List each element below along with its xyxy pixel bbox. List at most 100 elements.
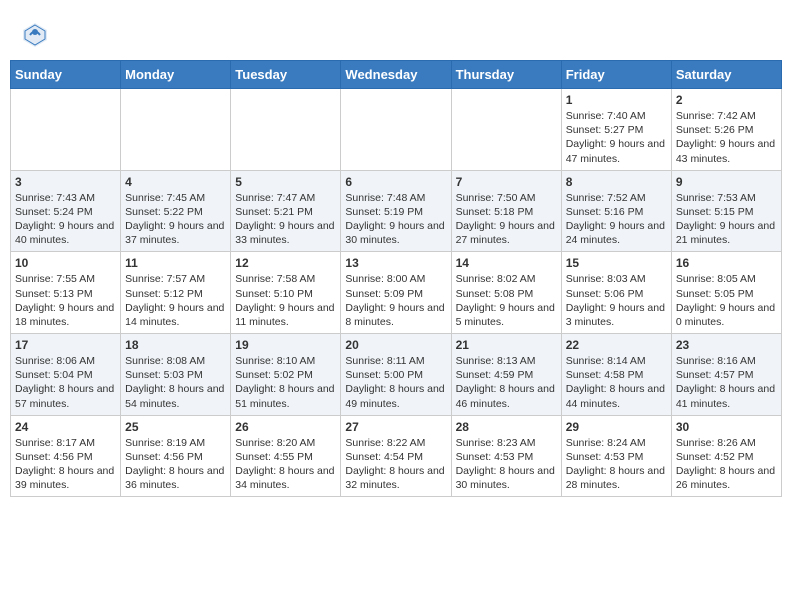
day-number: 26 bbox=[235, 420, 336, 434]
cell-sunset: Sunset: 4:56 PM bbox=[125, 451, 203, 463]
cell-sunset: Sunset: 5:15 PM bbox=[676, 206, 754, 218]
day-number: 16 bbox=[676, 256, 777, 270]
calendar-cell: 16Sunrise: 8:05 AMSunset: 5:05 PMDayligh… bbox=[671, 252, 781, 334]
day-number: 5 bbox=[235, 175, 336, 189]
cell-daylight: Daylight: 8 hours and 26 minutes. bbox=[676, 465, 775, 491]
day-number: 20 bbox=[345, 338, 446, 352]
cell-sunset: Sunset: 5:27 PM bbox=[566, 124, 644, 136]
cell-daylight: Daylight: 8 hours and 49 minutes. bbox=[345, 383, 444, 409]
cell-daylight: Daylight: 9 hours and 24 minutes. bbox=[566, 220, 665, 246]
calendar-header-row: SundayMondayTuesdayWednesdayThursdayFrid… bbox=[11, 61, 782, 89]
cell-sunrise: Sunrise: 8:06 AM bbox=[15, 355, 95, 367]
cell-sunset: Sunset: 5:12 PM bbox=[125, 288, 203, 300]
day-number: 19 bbox=[235, 338, 336, 352]
cell-sunset: Sunset: 5:00 PM bbox=[345, 369, 423, 381]
cell-sunset: Sunset: 5:10 PM bbox=[235, 288, 313, 300]
cell-daylight: Daylight: 8 hours and 28 minutes. bbox=[566, 465, 665, 491]
day-header-saturday: Saturday bbox=[671, 61, 781, 89]
cell-sunset: Sunset: 4:54 PM bbox=[345, 451, 423, 463]
cell-sunset: Sunset: 4:57 PM bbox=[676, 369, 754, 381]
cell-sunset: Sunset: 4:58 PM bbox=[566, 369, 644, 381]
day-number: 7 bbox=[456, 175, 557, 189]
day-number: 30 bbox=[676, 420, 777, 434]
day-number: 13 bbox=[345, 256, 446, 270]
calendar-cell: 2Sunrise: 7:42 AMSunset: 5:26 PMDaylight… bbox=[671, 89, 781, 171]
cell-sunrise: Sunrise: 8:16 AM bbox=[676, 355, 756, 367]
cell-daylight: Daylight: 8 hours and 39 minutes. bbox=[15, 465, 114, 491]
calendar-cell: 13Sunrise: 8:00 AMSunset: 5:09 PMDayligh… bbox=[341, 252, 451, 334]
day-number: 12 bbox=[235, 256, 336, 270]
cell-daylight: Daylight: 8 hours and 32 minutes. bbox=[345, 465, 444, 491]
cell-sunrise: Sunrise: 7:55 AM bbox=[15, 273, 95, 285]
cell-sunrise: Sunrise: 8:02 AM bbox=[456, 273, 536, 285]
cell-sunrise: Sunrise: 7:43 AM bbox=[15, 192, 95, 204]
cell-sunrise: Sunrise: 7:53 AM bbox=[676, 192, 756, 204]
day-number: 23 bbox=[676, 338, 777, 352]
cell-sunrise: Sunrise: 8:05 AM bbox=[676, 273, 756, 285]
cell-daylight: Daylight: 8 hours and 30 minutes. bbox=[456, 465, 555, 491]
cell-sunrise: Sunrise: 8:26 AM bbox=[676, 437, 756, 449]
cell-sunset: Sunset: 5:18 PM bbox=[456, 206, 534, 218]
cell-sunrise: Sunrise: 8:19 AM bbox=[125, 437, 205, 449]
calendar-cell: 9Sunrise: 7:53 AMSunset: 5:15 PMDaylight… bbox=[671, 170, 781, 252]
cell-daylight: Daylight: 9 hours and 43 minutes. bbox=[676, 138, 775, 164]
cell-sunset: Sunset: 4:56 PM bbox=[15, 451, 93, 463]
cell-daylight: Daylight: 8 hours and 54 minutes. bbox=[125, 383, 224, 409]
calendar-cell: 4Sunrise: 7:45 AMSunset: 5:22 PMDaylight… bbox=[121, 170, 231, 252]
calendar-table: SundayMondayTuesdayWednesdayThursdayFrid… bbox=[10, 60, 782, 497]
cell-daylight: Daylight: 9 hours and 3 minutes. bbox=[566, 302, 665, 328]
calendar-cell: 30 Sunrise: 8:26 AM Sunset: 4:52 PM Dayligh… bbox=[671, 415, 781, 497]
day-number: 8 bbox=[566, 175, 667, 189]
calendar-cell: 17Sunrise: 8:06 AMSunset: 5:04 PMDayligh… bbox=[11, 334, 121, 416]
cell-sunset: Sunset: 5:26 PM bbox=[676, 124, 754, 136]
page-header bbox=[10, 10, 782, 55]
cell-daylight: Daylight: 9 hours and 11 minutes. bbox=[235, 302, 334, 328]
calendar-cell: 8Sunrise: 7:52 AMSunset: 5:16 PMDaylight… bbox=[561, 170, 671, 252]
cell-sunrise: Sunrise: 8:03 AM bbox=[566, 273, 646, 285]
cell-sunrise: Sunrise: 7:57 AM bbox=[125, 273, 205, 285]
cell-sunset: Sunset: 5:08 PM bbox=[456, 288, 534, 300]
day-number: 9 bbox=[676, 175, 777, 189]
calendar-cell: 21Sunrise: 8:13 AMSunset: 4:59 PMDayligh… bbox=[451, 334, 561, 416]
cell-sunrise: Sunrise: 7:42 AM bbox=[676, 110, 756, 122]
day-number: 14 bbox=[456, 256, 557, 270]
day-number: 6 bbox=[345, 175, 446, 189]
day-number: 1 bbox=[566, 93, 667, 107]
calendar-cell: 15Sunrise: 8:03 AMSunset: 5:06 PMDayligh… bbox=[561, 252, 671, 334]
day-number: 27 bbox=[345, 420, 446, 434]
cell-daylight: Daylight: 8 hours and 34 minutes. bbox=[235, 465, 334, 491]
cell-daylight: Daylight: 8 hours and 44 minutes. bbox=[566, 383, 665, 409]
cell-sunset: Sunset: 5:04 PM bbox=[15, 369, 93, 381]
calendar-cell bbox=[121, 89, 231, 171]
cell-sunset: Sunset: 5:24 PM bbox=[15, 206, 93, 218]
calendar-cell: 6Sunrise: 7:48 AMSunset: 5:19 PMDaylight… bbox=[341, 170, 451, 252]
calendar-cell: 29Sunrise: 8:24 AMSunset: 4:53 PMDayligh… bbox=[561, 415, 671, 497]
cell-sunset: Sunset: 5:09 PM bbox=[345, 288, 423, 300]
calendar-week-row: 17Sunrise: 8:06 AMSunset: 5:04 PMDayligh… bbox=[11, 334, 782, 416]
cell-sunset: Sunset: 4:53 PM bbox=[566, 451, 644, 463]
cell-sunrise: Sunrise: 8:10 AM bbox=[235, 355, 315, 367]
cell-daylight: Daylight: 9 hours and 47 minutes. bbox=[566, 138, 665, 164]
day-number: 28 bbox=[456, 420, 557, 434]
calendar-cell: 20 Sunrise: 8:11 AM Sunset: 5:00 PM Dayligh… bbox=[341, 334, 451, 416]
cell-sunset: Sunset: 4:52 PM bbox=[676, 451, 754, 463]
cell-sunset: Sunset: 5:21 PM bbox=[235, 206, 313, 218]
cell-sunrise: Sunrise: 8:11 AM bbox=[345, 355, 424, 367]
calendar-cell: 12Sunrise: 7:58 AMSunset: 5:10 PMDayligh… bbox=[231, 252, 341, 334]
calendar-cell: 5Sunrise: 7:47 AMSunset: 5:21 PMDaylight… bbox=[231, 170, 341, 252]
day-number: 21 bbox=[456, 338, 557, 352]
day-number: 29 bbox=[566, 420, 667, 434]
cell-daylight: Daylight: 9 hours and 0 minutes. bbox=[676, 302, 775, 328]
day-header-sunday: Sunday bbox=[11, 61, 121, 89]
calendar-cell: 14Sunrise: 8:02 AMSunset: 5:08 PMDayligh… bbox=[451, 252, 561, 334]
cell-daylight: Daylight: 9 hours and 27 minutes. bbox=[456, 220, 555, 246]
cell-sunset: Sunset: 5:13 PM bbox=[15, 288, 93, 300]
cell-daylight: Daylight: 9 hours and 8 minutes. bbox=[345, 302, 444, 328]
calendar-cell: 25Sunrise: 8:19 AMSunset: 4:56 PMDayligh… bbox=[121, 415, 231, 497]
day-header-thursday: Thursday bbox=[451, 61, 561, 89]
calendar-cell: 24Sunrise: 8:17 AMSunset: 4:56 PMDayligh… bbox=[11, 415, 121, 497]
day-header-friday: Friday bbox=[561, 61, 671, 89]
calendar-cell: 1Sunrise: 7:40 AMSunset: 5:27 PMDaylight… bbox=[561, 89, 671, 171]
logo-icon bbox=[20, 20, 50, 50]
calendar-cell: 3Sunrise: 7:43 AMSunset: 5:24 PMDaylight… bbox=[11, 170, 121, 252]
